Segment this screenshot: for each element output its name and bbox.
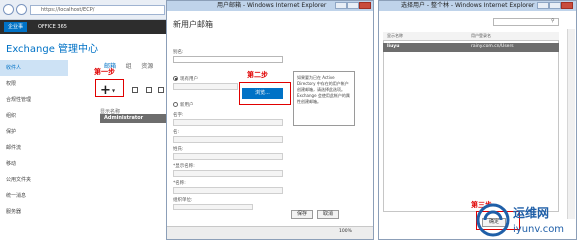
user-list [383, 32, 559, 212]
row-user-name: liuyu [387, 44, 400, 49]
back-icon[interactable] [3, 4, 14, 15]
sidebar-item-mobile[interactable]: 移动 [0, 156, 68, 172]
last-name-label: 姓氏: [173, 147, 184, 152]
new-user-radio[interactable] [173, 102, 178, 107]
maximize-icon[interactable] [549, 2, 561, 9]
step2-highlight [239, 82, 291, 105]
table-row[interactable]: Administrator [100, 114, 170, 123]
alias-field[interactable] [173, 56, 283, 63]
first-name-label: 名字: [173, 113, 184, 118]
watermark: 运维网 iyunv.com [475, 200, 575, 240]
alias-label: 别名: [173, 50, 184, 55]
zoom-level[interactable]: 100% [339, 229, 352, 234]
new-user-label: 新用户 [180, 103, 194, 108]
close-icon[interactable] [359, 2, 371, 9]
list-header: 显示名称 用户登录名 [383, 32, 559, 41]
org-unit-label: 组织单位: [173, 198, 193, 203]
tab-groups[interactable]: 组 [126, 63, 132, 70]
maximize-icon[interactable] [347, 2, 359, 9]
save-button[interactable]: 保存 [291, 210, 313, 219]
user-badge[interactable]: 企业事 [4, 22, 28, 32]
url-input[interactable]: https://localhost/ECP/ [30, 5, 165, 15]
window-titlebar: 选择用户 - 整个林 - Windows Internet Explorer [379, 1, 576, 11]
url-text: https://localhost/ECP/ [41, 7, 95, 13]
sidebar-item-recipients[interactable]: 收件人 [0, 60, 68, 76]
tab-resources[interactable]: 资源 [141, 63, 153, 70]
sidebar-item-publicfolders[interactable]: 公用文件夹 [0, 172, 68, 188]
minimize-icon[interactable] [537, 2, 549, 9]
org-unit-field[interactable] [173, 204, 253, 210]
sidebar-item-servers[interactable]: 服务器 [0, 204, 68, 220]
first-name-field[interactable] [173, 119, 283, 126]
edit-icon[interactable] [132, 87, 138, 93]
search-icon[interactable] [158, 87, 164, 93]
scrollbar[interactable] [567, 29, 575, 219]
display-name-field[interactable] [173, 170, 283, 177]
sidebar-item-compliance[interactable]: 合规性管理 [0, 92, 68, 108]
existing-user-radio[interactable] [173, 76, 178, 81]
window-title: 选择用户 - 整个林 - Windows Internet Explorer [401, 2, 535, 9]
tooltip-existing-user: 如果要为已在 Active Directory 中存在的用户帐户创建邮箱，请选择… [293, 71, 355, 126]
cancel-button[interactable]: 取消 [317, 210, 339, 219]
search-icon[interactable]: ⚲ [551, 18, 555, 24]
close-icon[interactable] [561, 2, 573, 9]
dialog-heading: 新用户邮箱 [173, 20, 213, 29]
existing-user-label: 现有用户 [180, 77, 198, 82]
brand-label: OFFICE 365 [38, 24, 67, 30]
eac-window: https://localhost/ECP/ 企业事 OFFICE 365 Ex… [0, 0, 170, 240]
name-label: *名称: [173, 181, 186, 186]
forward-icon[interactable] [16, 4, 27, 15]
sidebar-item-mailflow[interactable]: 邮件流 [0, 140, 68, 156]
page-title: Exchange 管理中心 [6, 44, 99, 55]
list-item[interactable]: liuyu rainy.com.cn/Users [383, 43, 559, 52]
name-field[interactable] [173, 187, 283, 194]
existing-user-field[interactable] [173, 83, 238, 90]
window-title: 用户邮箱 - Windows Internet Explorer [217, 2, 327, 9]
step2-label: 第二步 [247, 71, 268, 79]
initials-field[interactable] [173, 136, 283, 143]
column-display-name[interactable]: 显示名称 [387, 33, 403, 39]
eac-sidebar: 收件人 权限 合规性管理 组织 保护 邮件流 移动 公用文件夹 统一消息 服务器 [0, 60, 68, 220]
search-input[interactable] [493, 18, 559, 26]
new-mailbox-window: 用户邮箱 - Windows Internet Explorer 新用户邮箱 别… [166, 0, 374, 240]
window-titlebar: 用户邮箱 - Windows Internet Explorer [167, 1, 373, 11]
watermark-cn: 运维网 [513, 205, 549, 220]
display-name-label: *显示名称: [173, 164, 195, 169]
o365-bar: 企业事 OFFICE 365 [0, 20, 170, 34]
sidebar-item-um[interactable]: 统一消息 [0, 188, 68, 204]
delete-icon[interactable] [146, 87, 152, 93]
column-upn[interactable]: 用户登录名 [471, 33, 491, 39]
watermark-logo-icon: 运维网 iyunv.com [476, 203, 564, 237]
sidebar-item-permissions[interactable]: 权限 [0, 76, 68, 92]
step1-highlight [95, 79, 124, 97]
watermark-en: iyunv.com [513, 224, 564, 235]
minimize-icon[interactable] [335, 2, 347, 9]
row-user-upn: rainy.com.cn/Users [471, 44, 514, 49]
step1-label: 第一步 [94, 68, 115, 76]
last-name-field[interactable] [173, 153, 283, 160]
sidebar-item-protection[interactable]: 保护 [0, 124, 68, 140]
initials-label: 名: [173, 130, 180, 135]
sidebar-item-organization[interactable]: 组织 [0, 108, 68, 124]
